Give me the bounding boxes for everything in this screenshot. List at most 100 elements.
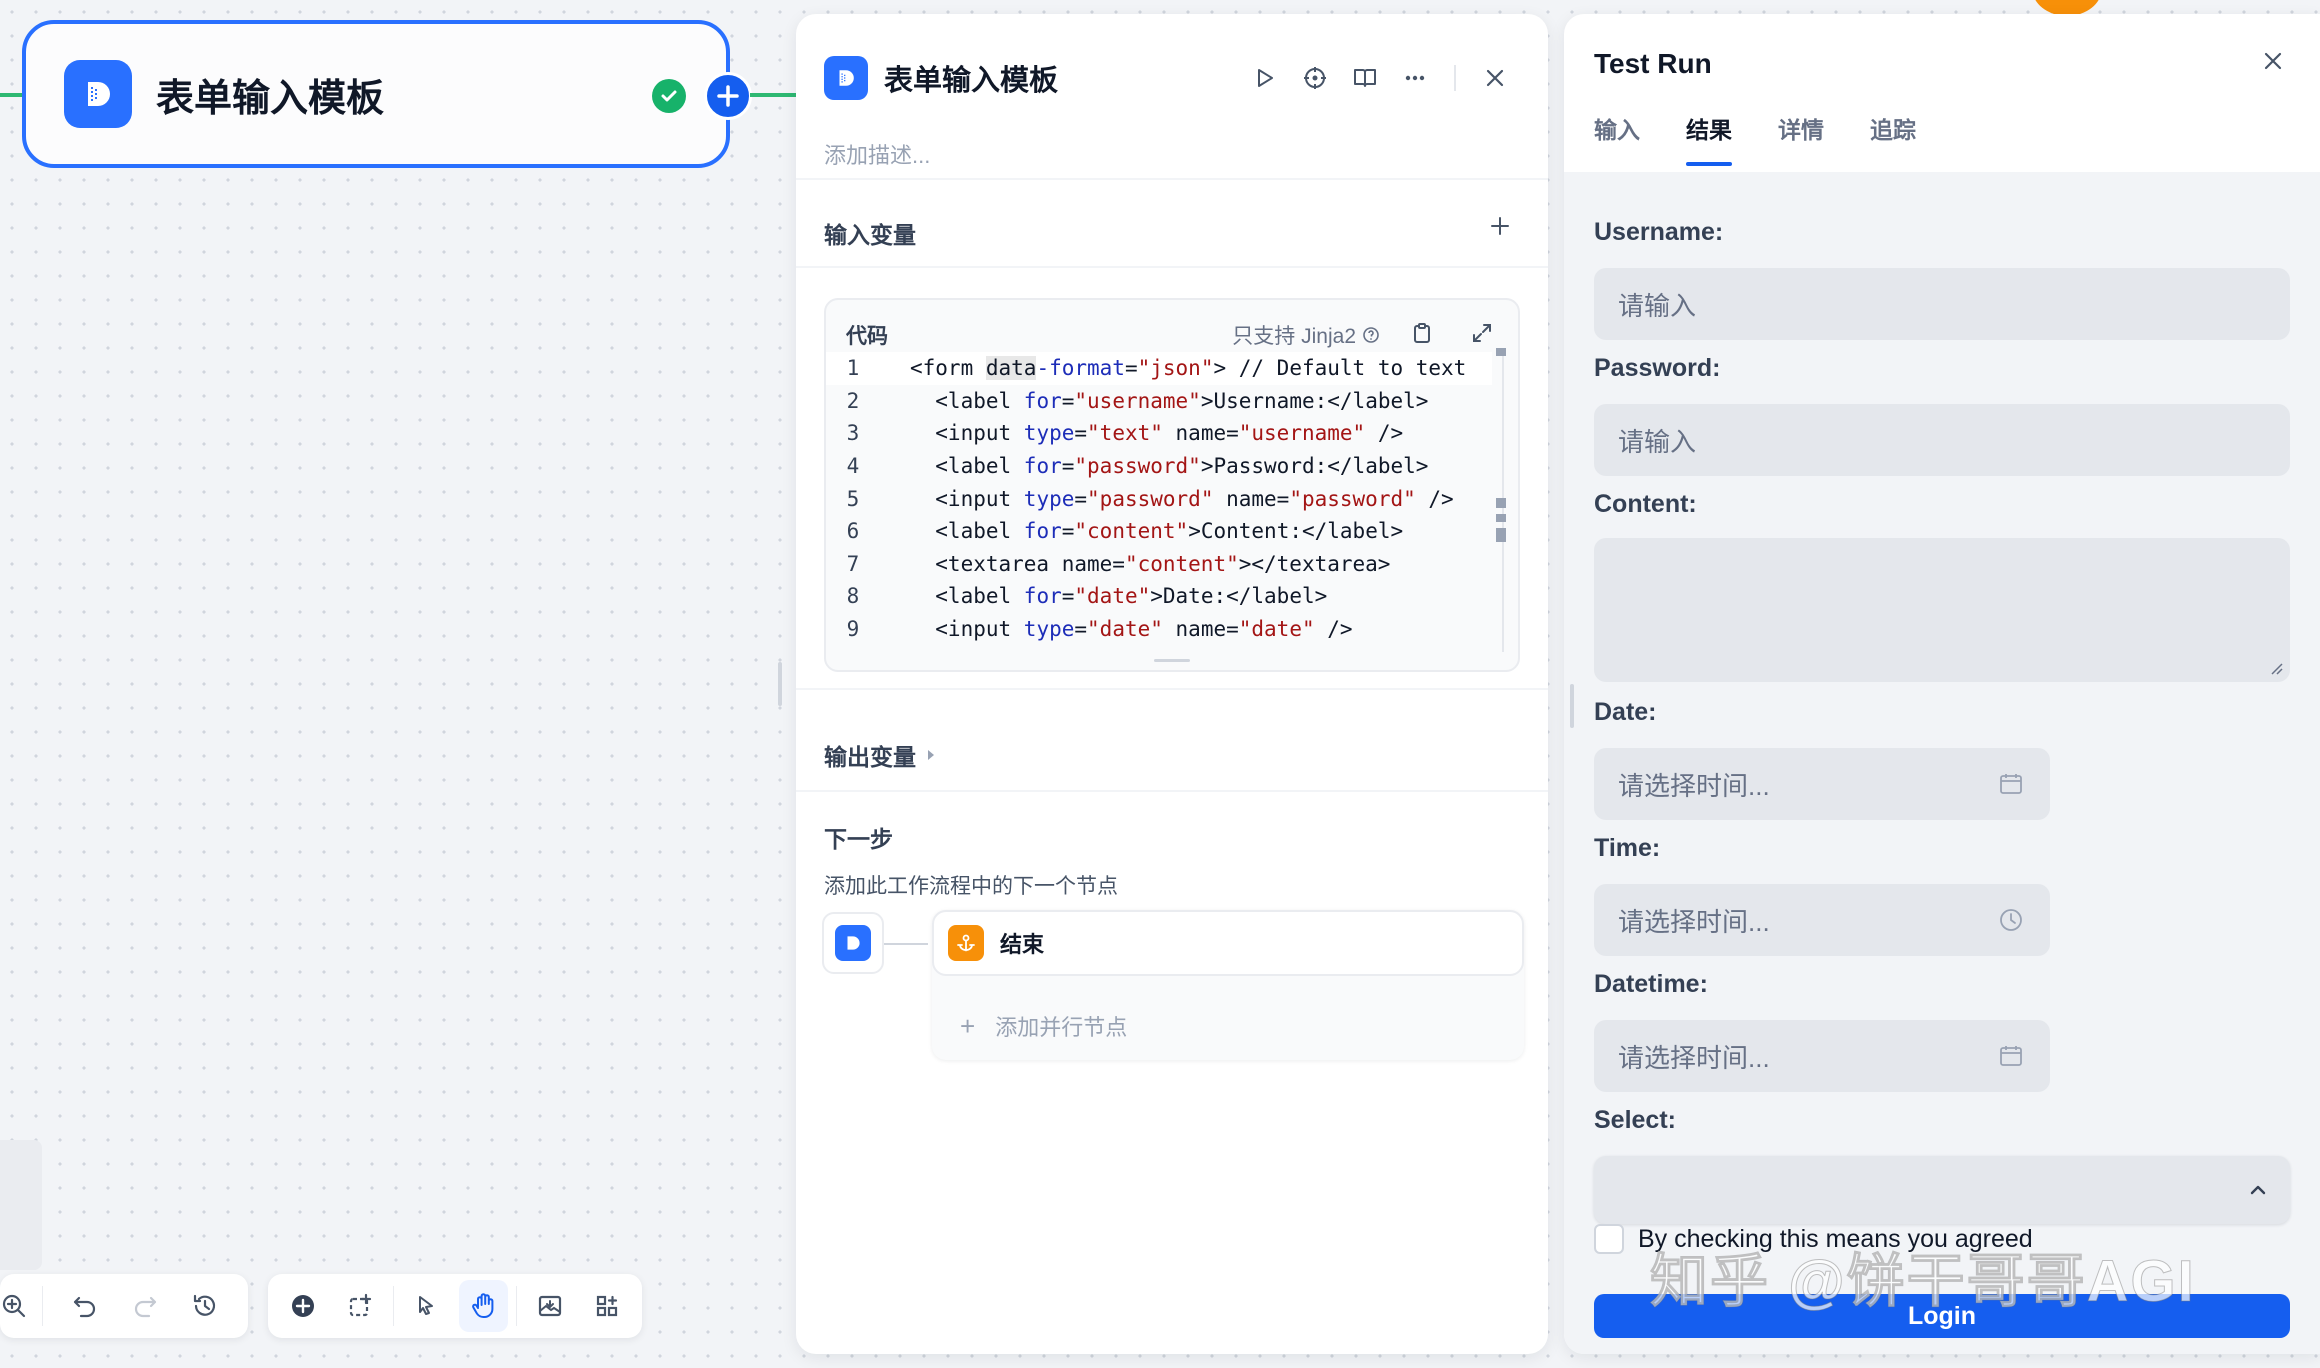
test-run-title: Test Run <box>1594 48 1712 79</box>
code-line: 8 <label for="date">Date:</label> <box>826 580 1492 613</box>
add-note-icon[interactable] <box>335 1280 384 1332</box>
select-dropdown[interactable] <box>1594 1156 2290 1224</box>
content-textarea[interactable] <box>1594 538 2290 682</box>
code-line: 6 <label for="content">Content:</label> <box>826 515 1492 548</box>
datetime-label: Datetime: <box>1594 970 1708 998</box>
time-picker[interactable]: 请选择时间... <box>1594 884 2050 956</box>
toolbar-divider <box>392 1286 394 1326</box>
username-label: Username: <box>1594 218 1724 246</box>
line-number: 8 <box>846 584 860 609</box>
end-node-item[interactable]: 结束 <box>932 910 1524 976</box>
close-icon[interactable] <box>1470 56 1520 100</box>
content-label: Content: <box>1594 490 1697 518</box>
line-number: 6 <box>846 519 860 544</box>
test-run-tabs: 输入 结果 详情 追踪 <box>1594 114 1962 166</box>
password-placeholder: 请输入 <box>1618 426 1697 457</box>
tab-tracing[interactable]: 追踪 <box>1870 114 1916 166</box>
undo-icon[interactable] <box>59 1280 111 1332</box>
code-line: 1 <form data-format="json"> // Default to… <box>826 352 1492 385</box>
code-editor[interactable]: 代码 只支持 Jinja2 1 <form data-format="json">… <box>824 298 1520 672</box>
toolbar-divider <box>516 1286 518 1326</box>
code-line-text: <textarea name="content"></textarea> <box>910 551 1391 576</box>
jinja-hint: 只支持 Jinja2 <box>1232 320 1380 350</box>
scroll-marker <box>1496 348 1506 356</box>
canvas-toolbar <box>268 1274 642 1338</box>
add-parallel-label: 添加并行节点 <box>995 1015 1128 1040</box>
panel-title[interactable]: 表单输入模板 <box>884 57 1058 99</box>
input-vars-label: 输入变量 <box>824 222 916 248</box>
code-line-text: <label for="username">Username:</label> <box>910 388 1429 413</box>
password-label: Password: <box>1594 354 1721 382</box>
book-icon[interactable] <box>1340 56 1390 100</box>
code-line: 4 <label for="password">Password:</label… <box>826 450 1492 483</box>
end-node-label: 结束 <box>1000 932 1045 957</box>
plus-icon: + <box>960 1010 976 1041</box>
check-circle-icon <box>652 79 686 113</box>
redo-icon[interactable] <box>119 1280 171 1332</box>
datetime-picker[interactable]: 请选择时间... <box>1594 1020 2050 1092</box>
code-resize-grip[interactable] <box>1154 659 1190 662</box>
code-line: 7 <textarea name="content"></textarea> <box>826 548 1492 581</box>
scroll-marker <box>1496 514 1506 522</box>
agreement-checkbox[interactable] <box>1594 1224 1624 1254</box>
copy-icon[interactable] <box>1410 321 1434 350</box>
panel-resize-handle[interactable] <box>778 662 782 706</box>
jinja-hint-text: 只支持 Jinja2 <box>1232 325 1356 348</box>
add-parallel-node-button[interactable]: + 添加并行节点 <box>960 1010 1127 1042</box>
template-icon <box>835 925 871 961</box>
more-icon[interactable] <box>1390 56 1440 100</box>
line-number: 1 <box>846 356 860 381</box>
next-nodes-card: 结束 + 添加并行节点 <box>932 910 1524 1060</box>
code-line-text: <label for="date">Date:</label> <box>910 584 1328 609</box>
calendar-icon <box>2000 774 2022 794</box>
run-icon[interactable] <box>1240 56 1290 100</box>
date-picker[interactable]: 请选择时间... <box>1594 748 2050 820</box>
panel-header: 表单输入模板 <box>824 48 1520 108</box>
code-line: 5 <input type="password" name="password"… <box>826 482 1492 515</box>
close-icon[interactable] <box>2262 50 2284 77</box>
incoming-edge <box>0 93 22 97</box>
code-line-text: <form data-format="json"> // Default to … <box>910 356 1467 381</box>
add-node-icon[interactable] <box>278 1280 327 1332</box>
agreement-label: By checking this means you agreed <box>1638 1224 2033 1253</box>
username-field[interactable]: 请输入 <box>1594 268 2290 340</box>
template-icon <box>64 60 132 128</box>
hand-icon[interactable] <box>458 1280 509 1332</box>
login-button[interactable]: Login <box>1594 1294 2290 1338</box>
zoom-in-icon[interactable] <box>0 1280 30 1332</box>
password-field[interactable]: 请输入 <box>1594 404 2290 476</box>
help-icon[interactable] <box>1362 326 1380 344</box>
organize-icon[interactable] <box>583 1280 632 1332</box>
description-input[interactable]: 添加描述... <box>824 138 930 170</box>
toolbar-divider <box>42 1286 43 1326</box>
code-line: 2 <label for="username">Username:</label… <box>826 385 1492 418</box>
line-number: 9 <box>846 617 860 642</box>
line-number: 5 <box>846 486 860 511</box>
code-editor-header: 代码 只支持 Jinja2 <box>846 318 1498 352</box>
code-line-text: <input type="password" name="password" /… <box>910 486 1454 511</box>
clock-icon <box>2000 909 2022 931</box>
agreement-row: By checking this means you agreed <box>1594 1224 2033 1254</box>
divider <box>796 688 1548 690</box>
tab-input[interactable]: 输入 <box>1594 114 1640 166</box>
add-variable-icon[interactable] <box>1488 214 1512 243</box>
tab-result[interactable]: 结果 <box>1686 114 1732 166</box>
node-config-panel: 表单输入模板 添加描述... 输入变量 代码 只支持 Jinja2 1 <for… <box>796 14 1548 1354</box>
panel-resize-handle[interactable] <box>1570 684 1574 728</box>
output-vars-toggle[interactable]: 输出变量 <box>824 738 936 772</box>
calendar-icon <box>2000 1046 2022 1066</box>
crosshair-icon[interactable] <box>1290 56 1340 100</box>
workflow-node-template[interactable]: 表单输入模板 <box>22 20 730 168</box>
export-image-icon[interactable] <box>525 1280 574 1332</box>
code-line-text: <label for="password">Password:</label> <box>910 454 1429 479</box>
pointer-icon[interactable] <box>402 1280 451 1332</box>
history-icon[interactable] <box>179 1280 231 1332</box>
resize-grip-icon[interactable] <box>2268 660 2284 676</box>
plus-icon[interactable] <box>704 72 752 120</box>
code-line-text: <label for="content">Content:</label> <box>910 519 1404 544</box>
scroll-marker <box>1496 498 1506 508</box>
expand-icon[interactable] <box>1470 321 1494 350</box>
caret-right-icon <box>928 750 934 760</box>
code-lines[interactable]: 1 <form data-format="json"> // Default to… <box>826 352 1492 645</box>
tab-detail[interactable]: 详情 <box>1778 114 1824 166</box>
